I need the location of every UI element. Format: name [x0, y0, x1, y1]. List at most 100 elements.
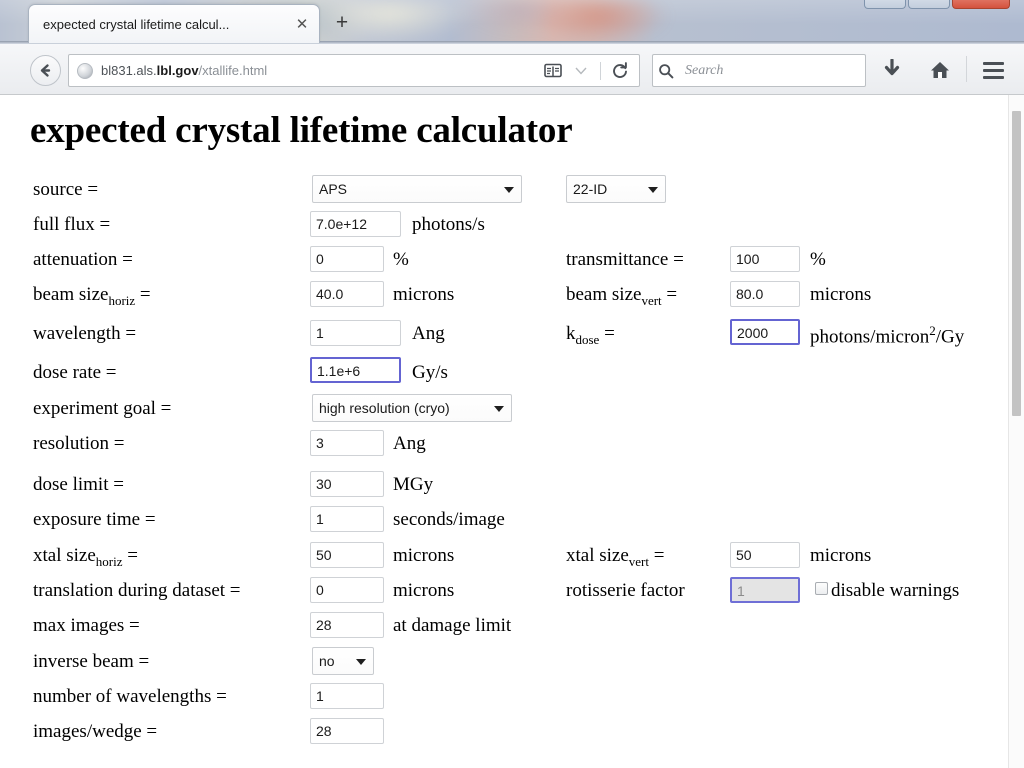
- label-k-dose-sub: dose: [575, 331, 600, 347]
- row-attenuation: attenuation = 0 % transmittance = 100 %: [0, 243, 1000, 278]
- chevron-down-icon: [356, 659, 366, 665]
- toolbar-divider: [600, 61, 601, 80]
- label-beam-size-horiz-main: beam size: [33, 284, 109, 305]
- input-transmittance[interactable]: 100: [730, 246, 800, 272]
- row-dose-limit: dose limit = 30 MGy: [0, 468, 1000, 503]
- input-exposure-time[interactable]: 1: [310, 506, 384, 532]
- unit-max-images: at damage limit: [393, 615, 512, 636]
- select-beamline-value: 22-ID: [573, 181, 608, 197]
- row-inverse-beam: inverse beam = no: [0, 645, 1000, 680]
- chevron-down-icon[interactable]: [568, 58, 594, 84]
- unit-k-dose: photons/micron2/Gy: [810, 323, 964, 348]
- label-k-dose: kdose =: [566, 323, 615, 348]
- search-bar[interactable]: Search: [652, 54, 866, 87]
- label-translation-during-dataset: translation during dataset =: [33, 580, 241, 601]
- label-dose-rate: dose rate =: [33, 362, 117, 383]
- input-xtal-size-vert[interactable]: 50: [730, 542, 800, 568]
- select-beamline[interactable]: 22-ID: [566, 175, 666, 203]
- tab-strip: expected crystal lifetime calcul... ✕ +: [0, 0, 1024, 44]
- back-arrow-icon: [40, 64, 51, 77]
- label-source: source =: [33, 179, 99, 200]
- unit-resolution: Ang: [393, 433, 426, 454]
- search-input[interactable]: Search: [685, 63, 723, 79]
- tab-close-icon[interactable]: ✕: [291, 13, 313, 35]
- chevron-down-icon: [494, 406, 504, 412]
- reader-mode-icon[interactable]: [540, 58, 566, 84]
- input-rotisserie-factor: 1: [730, 577, 800, 603]
- url-domain: lbl.gov: [156, 63, 199, 78]
- label-beam-size-horiz: beam sizehoriz =: [33, 284, 151, 309]
- checkbox-disable-warnings[interactable]: [815, 582, 828, 595]
- label-k-dose-tail: =: [599, 323, 615, 344]
- label-k-dose-main: k: [566, 323, 576, 344]
- label-xtal-size-horiz-main: xtal size: [33, 545, 96, 566]
- hamburger-menu-icon[interactable]: [978, 56, 1008, 84]
- row-dose-rate: dose rate = 1.1e+6 Gy/s: [0, 356, 1000, 392]
- page-title: expected crystal lifetime calculator: [30, 110, 573, 151]
- unit-wavelength: Ang: [412, 323, 445, 344]
- input-max-images[interactable]: 28: [310, 612, 384, 638]
- row-full-flux: full flux = 7.0e+12 photons/s: [0, 208, 1000, 243]
- row-images-per-wedge: images/wedge = 28: [0, 715, 1000, 750]
- select-inverse-beam[interactable]: no: [312, 647, 374, 675]
- label-xtal-size-horiz: xtal sizehoriz =: [33, 545, 138, 570]
- unit-k-dose-post: /Gy: [935, 326, 965, 348]
- url-text: bl831.als.lbl.gov/xtallife.html: [101, 63, 540, 78]
- input-beam-size-horiz[interactable]: 40.0: [310, 281, 384, 307]
- label-wavelength: wavelength =: [33, 323, 137, 344]
- row-xtal-size: xtal sizehoriz = 50 microns xtal sizever…: [0, 539, 1000, 574]
- label-beam-size-vert-main: beam size: [566, 284, 642, 305]
- toolbar-divider-2: [966, 56, 967, 82]
- unit-attenuation: %: [393, 249, 409, 270]
- input-beam-size-vert[interactable]: 80.0: [730, 281, 800, 307]
- browser-window: expected crystal lifetime calcul... ✕ + …: [0, 0, 1024, 768]
- input-attenuation[interactable]: 0: [310, 246, 384, 272]
- row-number-of-wavelengths: number of wavelengths = 1: [0, 680, 1000, 715]
- row-beam-size: beam sizehoriz = 40.0 microns beam sizev…: [0, 278, 1000, 313]
- select-source-value: APS: [319, 181, 348, 197]
- select-experiment-goal-value: high resolution (cryo): [319, 400, 450, 416]
- input-k-dose[interactable]: 2000: [730, 319, 800, 345]
- row-exposure-time: exposure time = 1 seconds/image: [0, 503, 1000, 539]
- label-xtal-size-vert-main: xtal size: [566, 545, 629, 566]
- download-arrow-icon[interactable]: [878, 56, 906, 84]
- unit-translation-during-dataset: microns: [393, 580, 455, 601]
- reload-icon[interactable]: [607, 58, 633, 84]
- input-number-of-wavelengths[interactable]: 1: [310, 683, 384, 709]
- label-beam-size-vert-tail: =: [661, 284, 678, 305]
- chevron-down-icon: [504, 187, 514, 193]
- label-beam-size-vert: beam sizevert =: [566, 284, 677, 309]
- tab-title: expected crystal lifetime calcul...: [43, 16, 230, 32]
- unit-xtal-size-horiz: microns: [393, 545, 455, 566]
- label-xtal-size-horiz-tail: =: [122, 545, 138, 566]
- input-resolution[interactable]: 3: [310, 430, 384, 456]
- label-max-images: max images =: [33, 615, 140, 636]
- new-tab-button[interactable]: +: [330, 11, 354, 35]
- input-dose-limit[interactable]: 30: [310, 471, 384, 497]
- label-transmittance: transmittance =: [566, 249, 684, 270]
- page-scrollbar-thumb[interactable]: [1012, 111, 1021, 416]
- unit-dose-limit: MGy: [393, 474, 434, 495]
- input-xtal-size-horiz[interactable]: 50: [310, 542, 384, 568]
- row-max-images: max images = 28 at damage limit: [0, 609, 1000, 645]
- unit-transmittance: %: [810, 249, 826, 270]
- input-translation-during-dataset[interactable]: 0: [310, 577, 384, 603]
- input-wavelength[interactable]: 1: [310, 320, 401, 346]
- select-experiment-goal[interactable]: high resolution (cryo): [312, 394, 512, 422]
- navigation-toolbar: bl831.als.lbl.gov/xtallife.html Search: [0, 44, 1024, 95]
- input-full-flux[interactable]: 7.0e+12: [310, 211, 401, 237]
- page-scrollbar[interactable]: [1008, 95, 1024, 768]
- tab-expected-crystal-lifetime[interactable]: expected crystal lifetime calcul... ✕: [28, 4, 320, 43]
- back-button[interactable]: [30, 55, 61, 86]
- site-identity-icon[interactable]: [77, 62, 93, 79]
- unit-beam-size-horiz: microns: [393, 284, 455, 305]
- row-translation-during-dataset: translation during dataset = 0 microns r…: [0, 574, 1000, 609]
- label-disable-warnings[interactable]: disable warnings: [831, 580, 959, 602]
- label-exposure-time: exposure time =: [33, 509, 156, 530]
- input-images-per-wedge[interactable]: 28: [310, 718, 384, 744]
- label-xtal-size-vert: xtal sizevert =: [566, 545, 664, 570]
- select-source[interactable]: APS: [312, 175, 522, 203]
- url-bar[interactable]: bl831.als.lbl.gov/xtallife.html: [68, 54, 640, 87]
- home-icon[interactable]: [926, 56, 954, 84]
- input-dose-rate[interactable]: 1.1e+6: [310, 357, 401, 383]
